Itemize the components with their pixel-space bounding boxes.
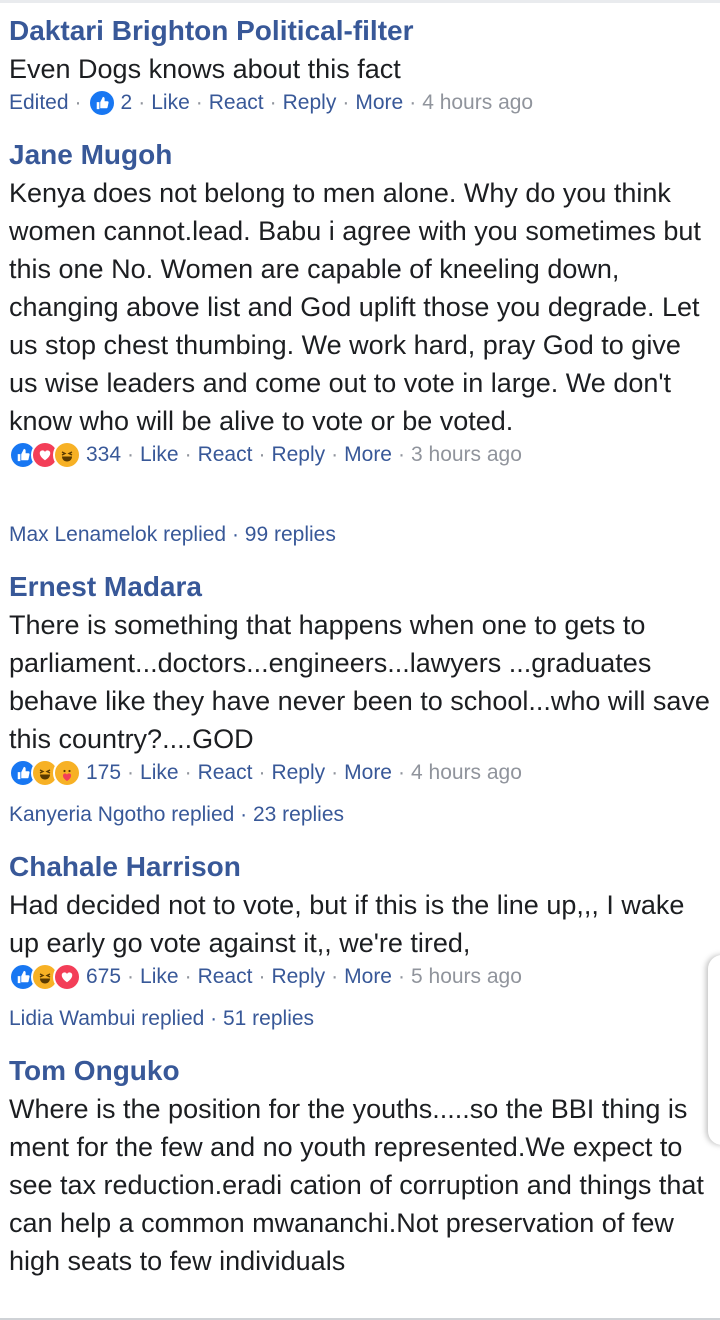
reply-button[interactable]: Reply: [271, 761, 325, 785]
comment-text: Kenya does not belong to men alone. Why …: [9, 178, 701, 436]
comment-author[interactable]: Tom Onguko: [9, 1054, 715, 1088]
react-button[interactable]: React: [198, 443, 253, 467]
comment-author[interactable]: Ernest Madara: [9, 570, 715, 604]
care-face-reaction-icon: [53, 759, 81, 787]
reply-button[interactable]: Reply: [283, 91, 337, 115]
replies-link[interactable]: Max Lenamelok replied · 99 replies: [9, 520, 336, 550]
comment: Chahale Harrison Had decided not to vote…: [9, 850, 715, 992]
edited-label[interactable]: Edited: [9, 91, 69, 115]
top-divider: [0, 0, 720, 3]
laughing-face-reaction-icon: [53, 441, 81, 469]
separator-dot: ·: [398, 761, 405, 784]
comment: Ernest Madara There is something that ha…: [9, 570, 715, 788]
reply-button[interactable]: Reply: [271, 965, 325, 989]
more-button[interactable]: More: [355, 91, 403, 115]
react-button[interactable]: React: [209, 91, 264, 115]
comment: Jane Mugoh Kenya does not belong to men …: [9, 138, 715, 470]
separator-dot: ·: [398, 443, 405, 466]
comment-actions: 675 · Like · React · Reply · More · 5 ho…: [9, 962, 715, 992]
reaction-count[interactable]: 675: [86, 965, 121, 989]
reaction-count[interactable]: 334: [86, 443, 121, 467]
separator-dot: ·: [258, 443, 266, 466]
comment-text: There is something that happens when one…: [9, 610, 710, 754]
replies-link[interactable]: Lidia Wambui replied · 51 replies: [9, 1004, 314, 1034]
comment-text: Where is the position for the youths....…: [9, 1094, 704, 1276]
separator-dot: ·: [127, 443, 135, 466]
comment-text: Had decided not to vote, but if this is …: [9, 890, 685, 958]
separator-dot: ·: [195, 91, 203, 114]
separator-dot: ·: [409, 91, 417, 114]
heart-reaction-icon: [53, 963, 81, 991]
separator-dot: ·: [184, 443, 192, 466]
floating-panel-edge[interactable]: [708, 955, 720, 1145]
separator-dot: ·: [74, 91, 82, 114]
separator-dot: ·: [127, 965, 135, 988]
comment-timestamp[interactable]: 5 hours ago: [411, 965, 522, 989]
like-button[interactable]: Like: [140, 443, 179, 467]
reaction-icons[interactable]: [87, 89, 116, 117]
separator-dot: ·: [398, 965, 405, 988]
comment-author[interactable]: Daktari Brighton Political-filter: [9, 14, 715, 48]
react-button[interactable]: React: [198, 761, 253, 785]
like-button[interactable]: Like: [140, 761, 179, 785]
separator-dot: ·: [258, 965, 266, 988]
comment-author[interactable]: Chahale Harrison: [9, 850, 715, 884]
reaction-count[interactable]: 2: [121, 91, 133, 115]
separator-dot: ·: [331, 761, 339, 784]
comment-timestamp[interactable]: 4 hours ago: [422, 91, 533, 115]
separator-dot: ·: [342, 91, 350, 114]
comment-author[interactable]: Jane Mugoh: [9, 138, 715, 172]
separator-dot: ·: [184, 761, 192, 784]
react-button[interactable]: React: [198, 965, 253, 989]
separator-dot: ·: [184, 965, 192, 988]
reaction-icons[interactable]: [9, 759, 81, 787]
reaction-icons[interactable]: [9, 963, 81, 991]
separator-dot: ·: [258, 761, 266, 784]
more-button[interactable]: More: [344, 965, 392, 989]
more-button[interactable]: More: [344, 761, 392, 785]
separator-dot: ·: [269, 91, 277, 114]
comment-text: Even Dogs knows about this fact: [9, 54, 401, 84]
separator-dot: ·: [138, 91, 146, 114]
comment-actions: 334 · Like · React · Reply · More · 3 ho…: [9, 440, 715, 470]
comment-actions: Edited · 2 · Like · React · Reply · More…: [9, 88, 715, 118]
separator-dot: ·: [331, 443, 339, 466]
comment-timestamp[interactable]: 3 hours ago: [411, 443, 522, 467]
reaction-icons[interactable]: [9, 441, 81, 469]
like-button[interactable]: Like: [140, 965, 179, 989]
more-button[interactable]: More: [344, 443, 392, 467]
comment-timestamp[interactable]: 4 hours ago: [411, 761, 522, 785]
separator-dot: ·: [127, 761, 135, 784]
comment: Daktari Brighton Political-filter Even D…: [9, 14, 715, 118]
comment: Tom Onguko Where is the position for the…: [9, 1054, 715, 1280]
separator-dot: ·: [331, 965, 339, 988]
replies-link[interactable]: Kanyeria Ngotho replied · 23 replies: [9, 800, 344, 830]
comment-actions: 175 · Like · React · Reply · More · 4 ho…: [9, 758, 715, 788]
like-reaction-icon: [87, 89, 116, 117]
like-button[interactable]: Like: [151, 91, 190, 115]
reaction-count[interactable]: 175: [86, 761, 121, 785]
reply-button[interactable]: Reply: [271, 443, 325, 467]
